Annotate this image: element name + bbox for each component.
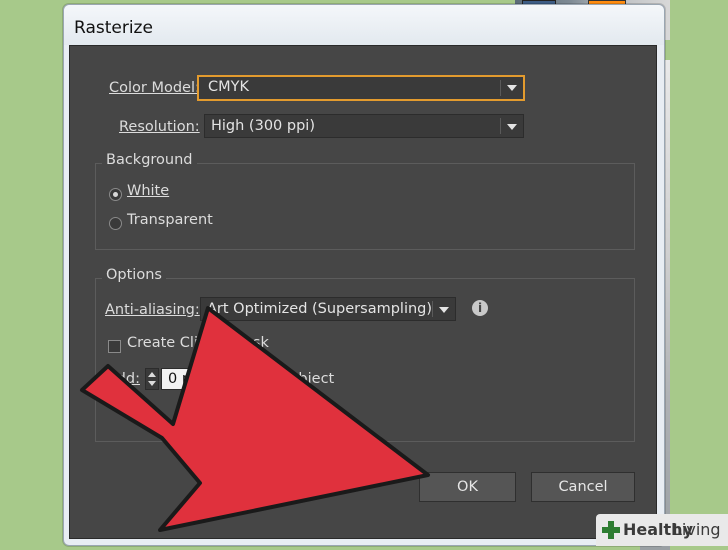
healthy-living-plus-icon [602,521,620,539]
pointing-arrow [80,306,430,532]
watermark-brand-regular: Living [673,520,721,539]
healthy-living-watermark: Healthy Living [596,514,728,546]
